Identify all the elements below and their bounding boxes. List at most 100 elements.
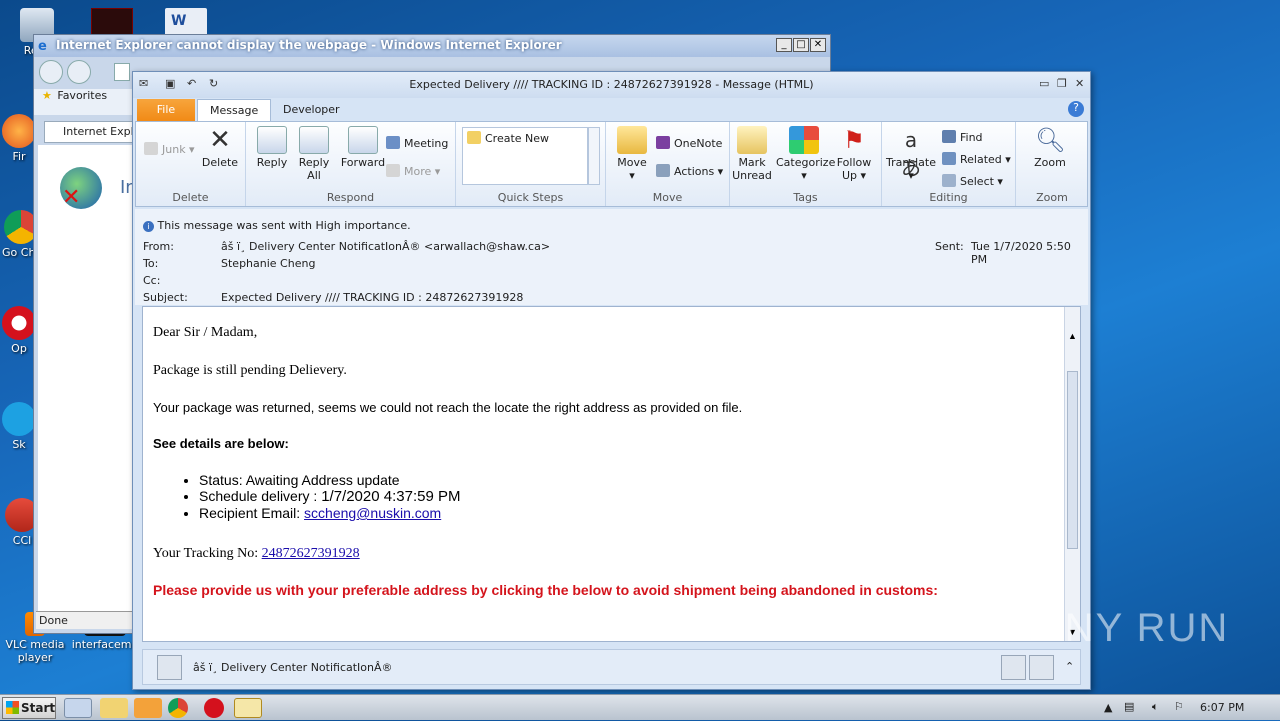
- ie-tab[interactable]: Internet Explor: [44, 121, 134, 143]
- ie-content: ✕ In: [38, 145, 137, 611]
- ribbon-tabs: File Message Developer ?: [135, 99, 1088, 121]
- follow-up-flag-icon: ⚑: [843, 126, 865, 154]
- categorize-button[interactable]: Categorize ▾: [776, 126, 835, 182]
- meeting-icon: [386, 136, 400, 149]
- info-icon: i: [143, 221, 154, 232]
- maximize-button[interactable]: □: [793, 38, 809, 52]
- body-scrollbar[interactable]: ▲ ▼: [1064, 307, 1080, 641]
- related-button[interactable]: Related ▾: [942, 152, 1011, 166]
- body-line-2: Your package was returned, seems we coul…: [153, 400, 743, 415]
- actions-button[interactable]: Actions ▾: [656, 164, 723, 178]
- people-pane: âš ï¸ Delivery Center NotificatIonÂ® ⌃: [142, 649, 1081, 685]
- body-line-1: Package is still pending Delievery.: [153, 363, 347, 378]
- address-bar[interactable]: [114, 63, 130, 81]
- meeting-button[interactable]: Meeting: [386, 136, 448, 150]
- mark-unread-button[interactable]: Mark Unread: [732, 126, 772, 182]
- find-button[interactable]: Find: [942, 130, 983, 144]
- group-label: Move: [652, 191, 683, 204]
- junk-button[interactable]: Junk ▾: [144, 142, 195, 156]
- translate-icon: aあ: [901, 128, 921, 180]
- back-button[interactable]: [39, 60, 63, 84]
- close-button[interactable]: ✕: [810, 38, 826, 52]
- translate-button[interactable]: aあ Translate ▾: [886, 126, 936, 182]
- contact-avatar[interactable]: [1029, 655, 1054, 680]
- delete-button[interactable]: ✕ Delete: [200, 126, 240, 169]
- subject-label: Subject:: [143, 291, 188, 304]
- greeting: Dear Sir / Madam,: [153, 325, 258, 340]
- zoom-icon: 🔍︎: [1035, 126, 1066, 154]
- start-button[interactable]: Start: [2, 697, 56, 719]
- group-delete: Junk ▾ ✕ Delete Delete: [136, 122, 246, 206]
- group-move: Move ▾ OneNote Actions ▾ Move: [606, 122, 730, 206]
- tray-expand-icon[interactable]: ▲: [1104, 701, 1112, 714]
- create-new-button[interactable]: Create New: [467, 131, 549, 145]
- favorites-button[interactable]: Favorites: [57, 89, 107, 102]
- redo-icon[interactable]: ↻: [209, 77, 218, 90]
- opera-taskbar-icon[interactable]: [204, 698, 224, 718]
- onenote-button[interactable]: OneNote: [656, 136, 722, 150]
- firefox-icon: [2, 114, 36, 148]
- minimize-icon[interactable]: ▭: [1039, 77, 1049, 90]
- close-icon[interactable]: ✕: [1075, 77, 1084, 90]
- from-value[interactable]: âš ï¸ Delivery Center NotificatIonÂ® <ar…: [221, 240, 550, 253]
- opera-icon: [2, 306, 36, 340]
- reply-button[interactable]: Reply: [252, 126, 292, 169]
- forward-button[interactable]: [67, 60, 91, 84]
- undo-icon[interactable]: ↶: [187, 77, 196, 90]
- explorer-taskbar-icon[interactable]: [100, 698, 128, 718]
- ie-status: Done: [36, 611, 134, 629]
- clock[interactable]: 6:07 PM: [1200, 701, 1244, 714]
- more-button[interactable]: More ▾: [386, 164, 440, 178]
- follow-up-button[interactable]: ⚑ Follow Up ▾: [834, 126, 874, 182]
- group-quick-steps: Create New Quick Steps: [456, 122, 606, 206]
- actions-icon: [656, 164, 670, 177]
- tab-developer[interactable]: Developer: [271, 99, 352, 121]
- subject-value: Expected Delivery //// TRACKING ID : 248…: [221, 291, 524, 304]
- windows-logo-icon: [6, 701, 19, 714]
- tab-message[interactable]: Message: [197, 99, 272, 121]
- restore-icon[interactable]: ❐: [1057, 77, 1067, 90]
- forward-button[interactable]: Forward: [340, 126, 386, 169]
- tab-file[interactable]: File: [137, 99, 195, 121]
- ie-taskbar-icon[interactable]: [64, 698, 92, 718]
- email-link[interactable]: sccheng@nuskin.com: [304, 505, 441, 521]
- volume-icon[interactable]: 🔈︎: [1152, 700, 1159, 714]
- reply-all-button[interactable]: Reply All: [294, 126, 334, 182]
- to-value[interactable]: Stephanie Cheng: [221, 257, 315, 270]
- chrome-taskbar-icon[interactable]: [168, 698, 188, 718]
- save-icon[interactable]: ▣: [165, 77, 175, 90]
- media-player-taskbar-icon[interactable]: [134, 698, 162, 718]
- move-button[interactable]: Move ▾: [612, 126, 652, 182]
- flag-icon[interactable]: ⚐: [1174, 700, 1184, 713]
- globe-error-icon: ✕: [60, 167, 102, 210]
- ie-logo-icon: e: [38, 39, 47, 54]
- desktop-icon-label: Op: [11, 342, 27, 355]
- ie-title: Internet Explorer cannot display the web…: [34, 35, 830, 57]
- scroll-thumb[interactable]: [1067, 371, 1078, 549]
- people-pane-sender: âš ï¸ Delivery Center NotificatIonÂ®: [193, 661, 393, 674]
- expand-icon[interactable]: ⌃: [1065, 660, 1074, 673]
- contact-avatar[interactable]: [1001, 655, 1026, 680]
- quick-steps-scroll[interactable]: [588, 127, 600, 185]
- quick-steps-box[interactable]: Create New: [462, 127, 588, 185]
- desktop-icon-label: interfaceme: [71, 638, 139, 651]
- acrobat-icon[interactable]: [91, 8, 133, 36]
- message-window[interactable]: Expected Delivery //// TRACKING ID : 248…: [132, 71, 1091, 690]
- outlook-taskbar-icon[interactable]: [234, 698, 262, 718]
- network-icon[interactable]: ▤: [1124, 700, 1134, 713]
- help-icon[interactable]: ?: [1068, 101, 1084, 117]
- scroll-up-icon[interactable]: ▲: [1068, 331, 1077, 341]
- tracking-link[interactable]: 24872627391928: [262, 546, 360, 561]
- minimize-button[interactable]: _: [776, 38, 792, 52]
- sender-avatar[interactable]: [157, 655, 182, 680]
- reply-all-icon: [299, 126, 329, 154]
- desktop-icon-label: CCl: [12, 534, 32, 547]
- group-respond: Reply Reply All Forward Meeting More ▾ R…: [246, 122, 456, 206]
- system-tray: ▲ ▤ 🔈︎ ⚐ 6:07 PM: [1100, 695, 1280, 721]
- categorize-icon: [789, 126, 819, 154]
- zoom-button[interactable]: 🔍︎ Zoom: [1030, 126, 1070, 169]
- select-button[interactable]: Select ▾: [942, 174, 1003, 188]
- skype-icon: [2, 402, 36, 436]
- group-label: Respond: [326, 191, 375, 204]
- word-icon[interactable]: W: [165, 8, 207, 36]
